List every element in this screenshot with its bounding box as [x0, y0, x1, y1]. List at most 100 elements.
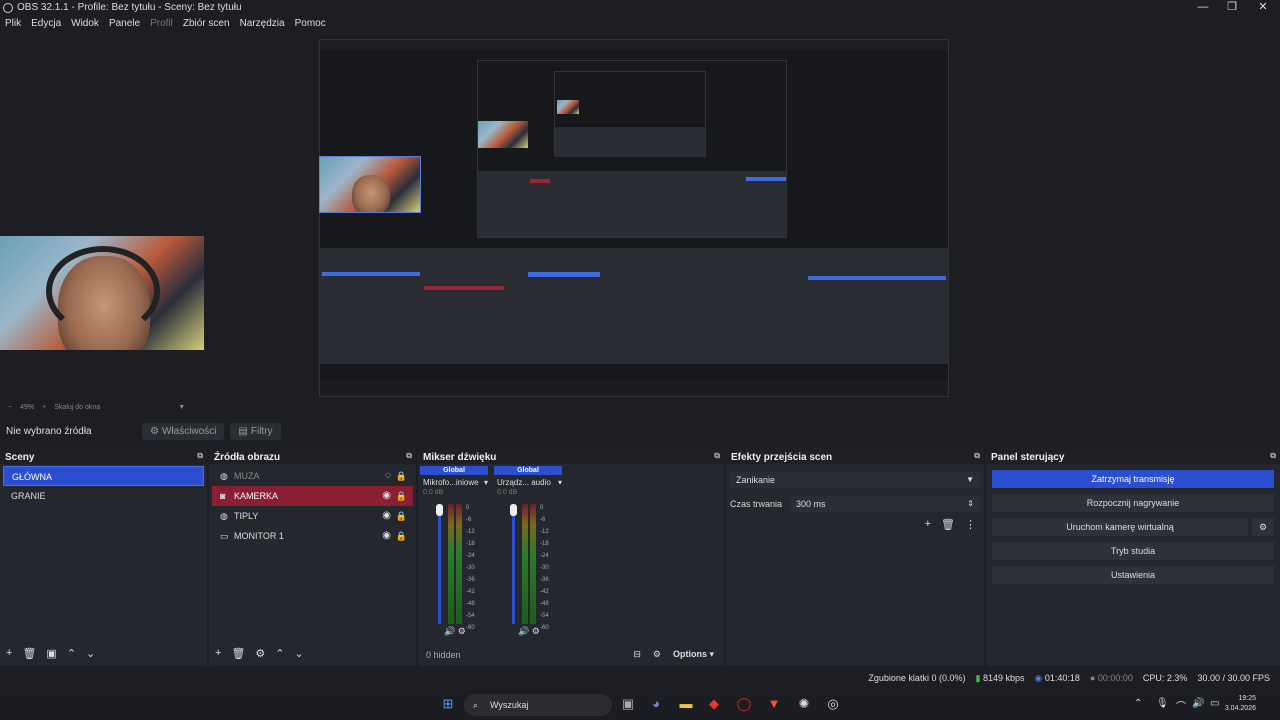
tiply-overlay[interactable] — [319, 156, 421, 213]
advanced-audio-icon[interactable]: ⚙ — [653, 649, 661, 660]
menu-help[interactable]: Pomoc — [290, 16, 331, 32]
duration-value: 300 ms — [796, 499, 826, 509]
move-up-icon[interactable]: ⌃ — [275, 647, 284, 660]
undock-icon[interactable]: ⧉ — [197, 451, 203, 461]
undock-icon[interactable]: ⧉ — [406, 451, 412, 461]
stop-streaming-button[interactable]: Zatrzymaj transmisję — [992, 470, 1274, 488]
source-item-monitor[interactable]: ▭ MONITOR 1 ◉ 🔒 — [212, 526, 413, 546]
scene-item-glowna[interactable]: GŁÓWNA — [3, 466, 204, 486]
eye-icon[interactable]: ◉ — [382, 486, 391, 506]
brave-icon[interactable]: ▼ — [766, 696, 782, 712]
settings-icon[interactable]: ✺ — [796, 696, 812, 712]
move-down-icon[interactable]: ⌄ — [86, 647, 95, 660]
menu-tools[interactable]: Narzędzia — [235, 16, 290, 32]
obs-icon[interactable]: ◎ — [825, 696, 841, 712]
microphone-icon[interactable]: 🎙 — [1156, 698, 1169, 709]
opera-icon[interactable]: ◯ — [736, 696, 752, 712]
lock-icon[interactable]: 🔒 — [396, 526, 407, 546]
add-icon[interactable]: + — [6, 647, 12, 660]
hidden-count: 0 hidden — [426, 650, 461, 660]
folder-icon[interactable]: ▬ — [678, 696, 694, 712]
add-icon[interactable]: + — [925, 518, 931, 531]
volume-slider-knob[interactable] — [436, 504, 443, 516]
menu-docks[interactable]: Panele — [104, 16, 145, 32]
gear-icon[interactable]: ⚙ — [255, 647, 265, 660]
volume-slider[interactable] — [512, 504, 515, 624]
add-icon[interactable]: + — [215, 647, 221, 660]
undock-icon[interactable]: ⧉ — [974, 451, 980, 461]
gear-icon[interactable]: ⚙ — [458, 626, 466, 636]
channel-name: Mikrofo...iniowe — [423, 478, 479, 487]
scene-item-granie[interactable]: GRANIE — [3, 486, 204, 506]
preview-canvas[interactable] — [0, 34, 1280, 400]
zoom-out-button[interactable]: − — [8, 404, 12, 411]
gear-icon[interactable]: ⚙ — [532, 626, 540, 636]
trash-icon[interactable]: 🗑 — [231, 647, 245, 660]
undock-icon[interactable]: ⧉ — [1270, 451, 1276, 461]
windows-start-icon[interactable]: ⊞ — [440, 696, 456, 712]
chevron-down-icon[interactable]: ▾ — [558, 478, 562, 487]
trash-icon[interactable]: 🗑 — [941, 518, 955, 531]
move-down-icon[interactable]: ⌄ — [295, 647, 304, 660]
eye-hidden-icon[interactable]: ◌ — [385, 466, 391, 486]
trash-icon[interactable]: 🗑 — [22, 647, 36, 660]
lock-icon[interactable]: 🔒 — [396, 506, 407, 526]
settings-button[interactable]: Ustawienia — [992, 566, 1274, 584]
properties-button[interactable]: ⚙ Właściwości — [142, 422, 225, 440]
lock-icon[interactable]: 🔒 — [396, 466, 407, 486]
filters-button[interactable]: ▤ Filtry — [230, 422, 281, 440]
close-button[interactable]: ✕ — [1248, 0, 1278, 14]
nested-capture — [477, 60, 787, 238]
scenes-title: Sceny — [5, 452, 35, 463]
chevron-down-icon[interactable]: ▼ — [178, 404, 185, 411]
layout-icon[interactable]: ⊟ — [633, 649, 641, 660]
speaker-icon[interactable]: 🔊 — [518, 626, 529, 636]
source-item-tiply[interactable]: ◍ TIPLY ◉ 🔒 — [212, 506, 413, 526]
chevron-down-icon[interactable]: ▾ — [484, 478, 488, 487]
lock-icon[interactable]: 🔒 — [396, 486, 407, 506]
maximize-button[interactable]: ❐ — [1217, 0, 1247, 14]
volume-slider[interactable] — [438, 504, 441, 624]
zoom-in-button[interactable]: + — [42, 404, 46, 411]
task-view-icon[interactable]: ▣ — [620, 696, 636, 712]
sources-dock: Źródła obrazu ⧉ ◍ MUZA ◌ 🔒 ◙ KAMERKA ◉ 🔒 ◍ T… — [209, 448, 416, 666]
preview-zoom-bar: − 49% + Skaluj do okna ▼ — [0, 400, 1280, 414]
eye-icon[interactable]: ◉ — [382, 506, 391, 526]
more-icon[interactable]: ⋮ — [965, 518, 976, 531]
meter-scale: 0 -6 -12 -18 -24 -30 -36 -42 -48 -54 -60 — [466, 505, 475, 631]
battery-icon[interactable]: ▭ — [1210, 698, 1219, 709]
level-meter — [456, 504, 462, 624]
undock-icon[interactable]: ⧉ — [714, 451, 720, 461]
start-virtual-camera-button[interactable]: Uruchom kamerę wirtualną — [992, 518, 1248, 536]
source-item-muza[interactable]: ◍ MUZA ◌ 🔒 — [212, 466, 413, 486]
duration-input[interactable]: 300 ms ⇕ — [790, 496, 980, 512]
gear-icon[interactable]: ⚙ — [1252, 518, 1274, 536]
speaker-icon[interactable]: 🔊 — [444, 626, 455, 636]
app-red-icon[interactable]: ◆ — [706, 696, 722, 712]
chevron-up-icon[interactable]: ⌃ — [1134, 698, 1142, 709]
discord-icon[interactable]: ◕ — [648, 696, 664, 712]
volume-slider-knob[interactable] — [510, 504, 517, 516]
scale-mode-select[interactable]: Skaluj do okna — [54, 404, 170, 411]
clock-date: 3.04.2026 — [1224, 705, 1256, 712]
eye-icon[interactable]: ◉ — [382, 526, 391, 546]
menu-bar: Plik Edycja Widok Panele Profil Zbiór sc… — [0, 16, 331, 32]
transition-select[interactable]: Zanikanie ▼ — [730, 472, 980, 488]
taskbar-search[interactable]: ⌕ Wyszukaj — [464, 694, 612, 716]
options-button[interactable]: Options ▾ — [673, 649, 714, 660]
menu-view[interactable]: Widok — [66, 16, 104, 32]
menu-file[interactable]: Plik — [0, 16, 26, 32]
wifi-icon[interactable]: ⌒ — [1176, 698, 1186, 713]
source-item-kamerka[interactable]: ◙ KAMERKA ◉ 🔒 — [212, 486, 413, 506]
webcam-source[interactable] — [0, 236, 204, 350]
studio-mode-button[interactable]: Tryb studia — [992, 542, 1274, 560]
volume-icon[interactable]: 🔊 — [1192, 698, 1204, 709]
menu-edit[interactable]: Edycja — [26, 16, 66, 32]
menu-profile[interactable]: Profil — [145, 16, 178, 32]
filter-icon[interactable]: ▣ — [46, 647, 56, 660]
minimize-button[interactable]: — — [1188, 0, 1218, 14]
move-up-icon[interactable]: ⌃ — [67, 647, 76, 660]
clock[interactable]: 19:25 3.04.2026 — [1225, 694, 1256, 714]
menu-scene-collection[interactable]: Zbiór scen — [178, 16, 235, 32]
start-recording-button[interactable]: Rozpocznij nagrywanie — [992, 494, 1274, 512]
